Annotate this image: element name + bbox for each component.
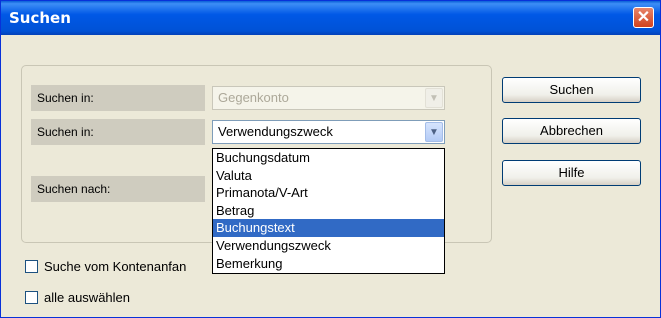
chevron-down-icon[interactable]: ▼ bbox=[425, 122, 443, 142]
checkbox-box[interactable] bbox=[25, 291, 38, 304]
cancel-button[interactable]: Abbrechen bbox=[502, 118, 641, 144]
search-in-value-1: Gegenkonto bbox=[218, 90, 289, 105]
close-icon: ✕ bbox=[636, 9, 651, 26]
search-in-combo-1: Gegenkonto ▼ bbox=[212, 86, 445, 110]
search-from-start-checkbox[interactable]: Suche vom Kontenanfan bbox=[25, 259, 186, 274]
search-in-label-1: Suchen in: bbox=[31, 85, 205, 111]
dropdown-option[interactable]: Verwendungszweck bbox=[213, 237, 444, 255]
search-in-combo-2[interactable]: Verwendungszweck ▼ bbox=[212, 120, 445, 144]
search-from-start-label: Suche vom Kontenanfan bbox=[44, 259, 187, 274]
search-in-dropdown-list[interactable]: Buchungsdatum Valuta Primanota/V-Art Bet… bbox=[212, 148, 445, 274]
dropdown-option[interactable]: Bemerkung bbox=[213, 255, 444, 273]
chevron-down-icon: ▼ bbox=[425, 88, 443, 108]
search-in-label-2: Suchen in: bbox=[31, 119, 205, 145]
close-button[interactable]: ✕ bbox=[633, 7, 654, 28]
help-button[interactable]: Hilfe bbox=[502, 160, 641, 186]
dropdown-option[interactable]: Primanota/V-Art bbox=[213, 184, 444, 202]
search-button[interactable]: Suchen bbox=[502, 77, 641, 103]
dropdown-option-selected[interactable]: Buchungstext bbox=[213, 219, 444, 237]
dropdown-option[interactable]: Valuta bbox=[213, 167, 444, 185]
title-bar[interactable]: Suchen ✕ bbox=[1, 1, 660, 35]
dialog-title: Suchen bbox=[9, 9, 71, 27]
search-dialog: Suchen ✕ Suchen in: Gegenkonto ▼ Suchen … bbox=[0, 0, 661, 318]
checkbox-box[interactable] bbox=[25, 260, 38, 273]
search-in-value-2: Verwendungszweck bbox=[218, 124, 333, 139]
select-all-checkbox[interactable]: alle auswählen bbox=[25, 290, 130, 305]
select-all-label: alle auswählen bbox=[44, 290, 131, 305]
search-for-label: Suchen nach: bbox=[31, 176, 205, 202]
dropdown-option[interactable]: Buchungsdatum bbox=[213, 149, 444, 167]
dropdown-option[interactable]: Betrag bbox=[213, 202, 444, 220]
